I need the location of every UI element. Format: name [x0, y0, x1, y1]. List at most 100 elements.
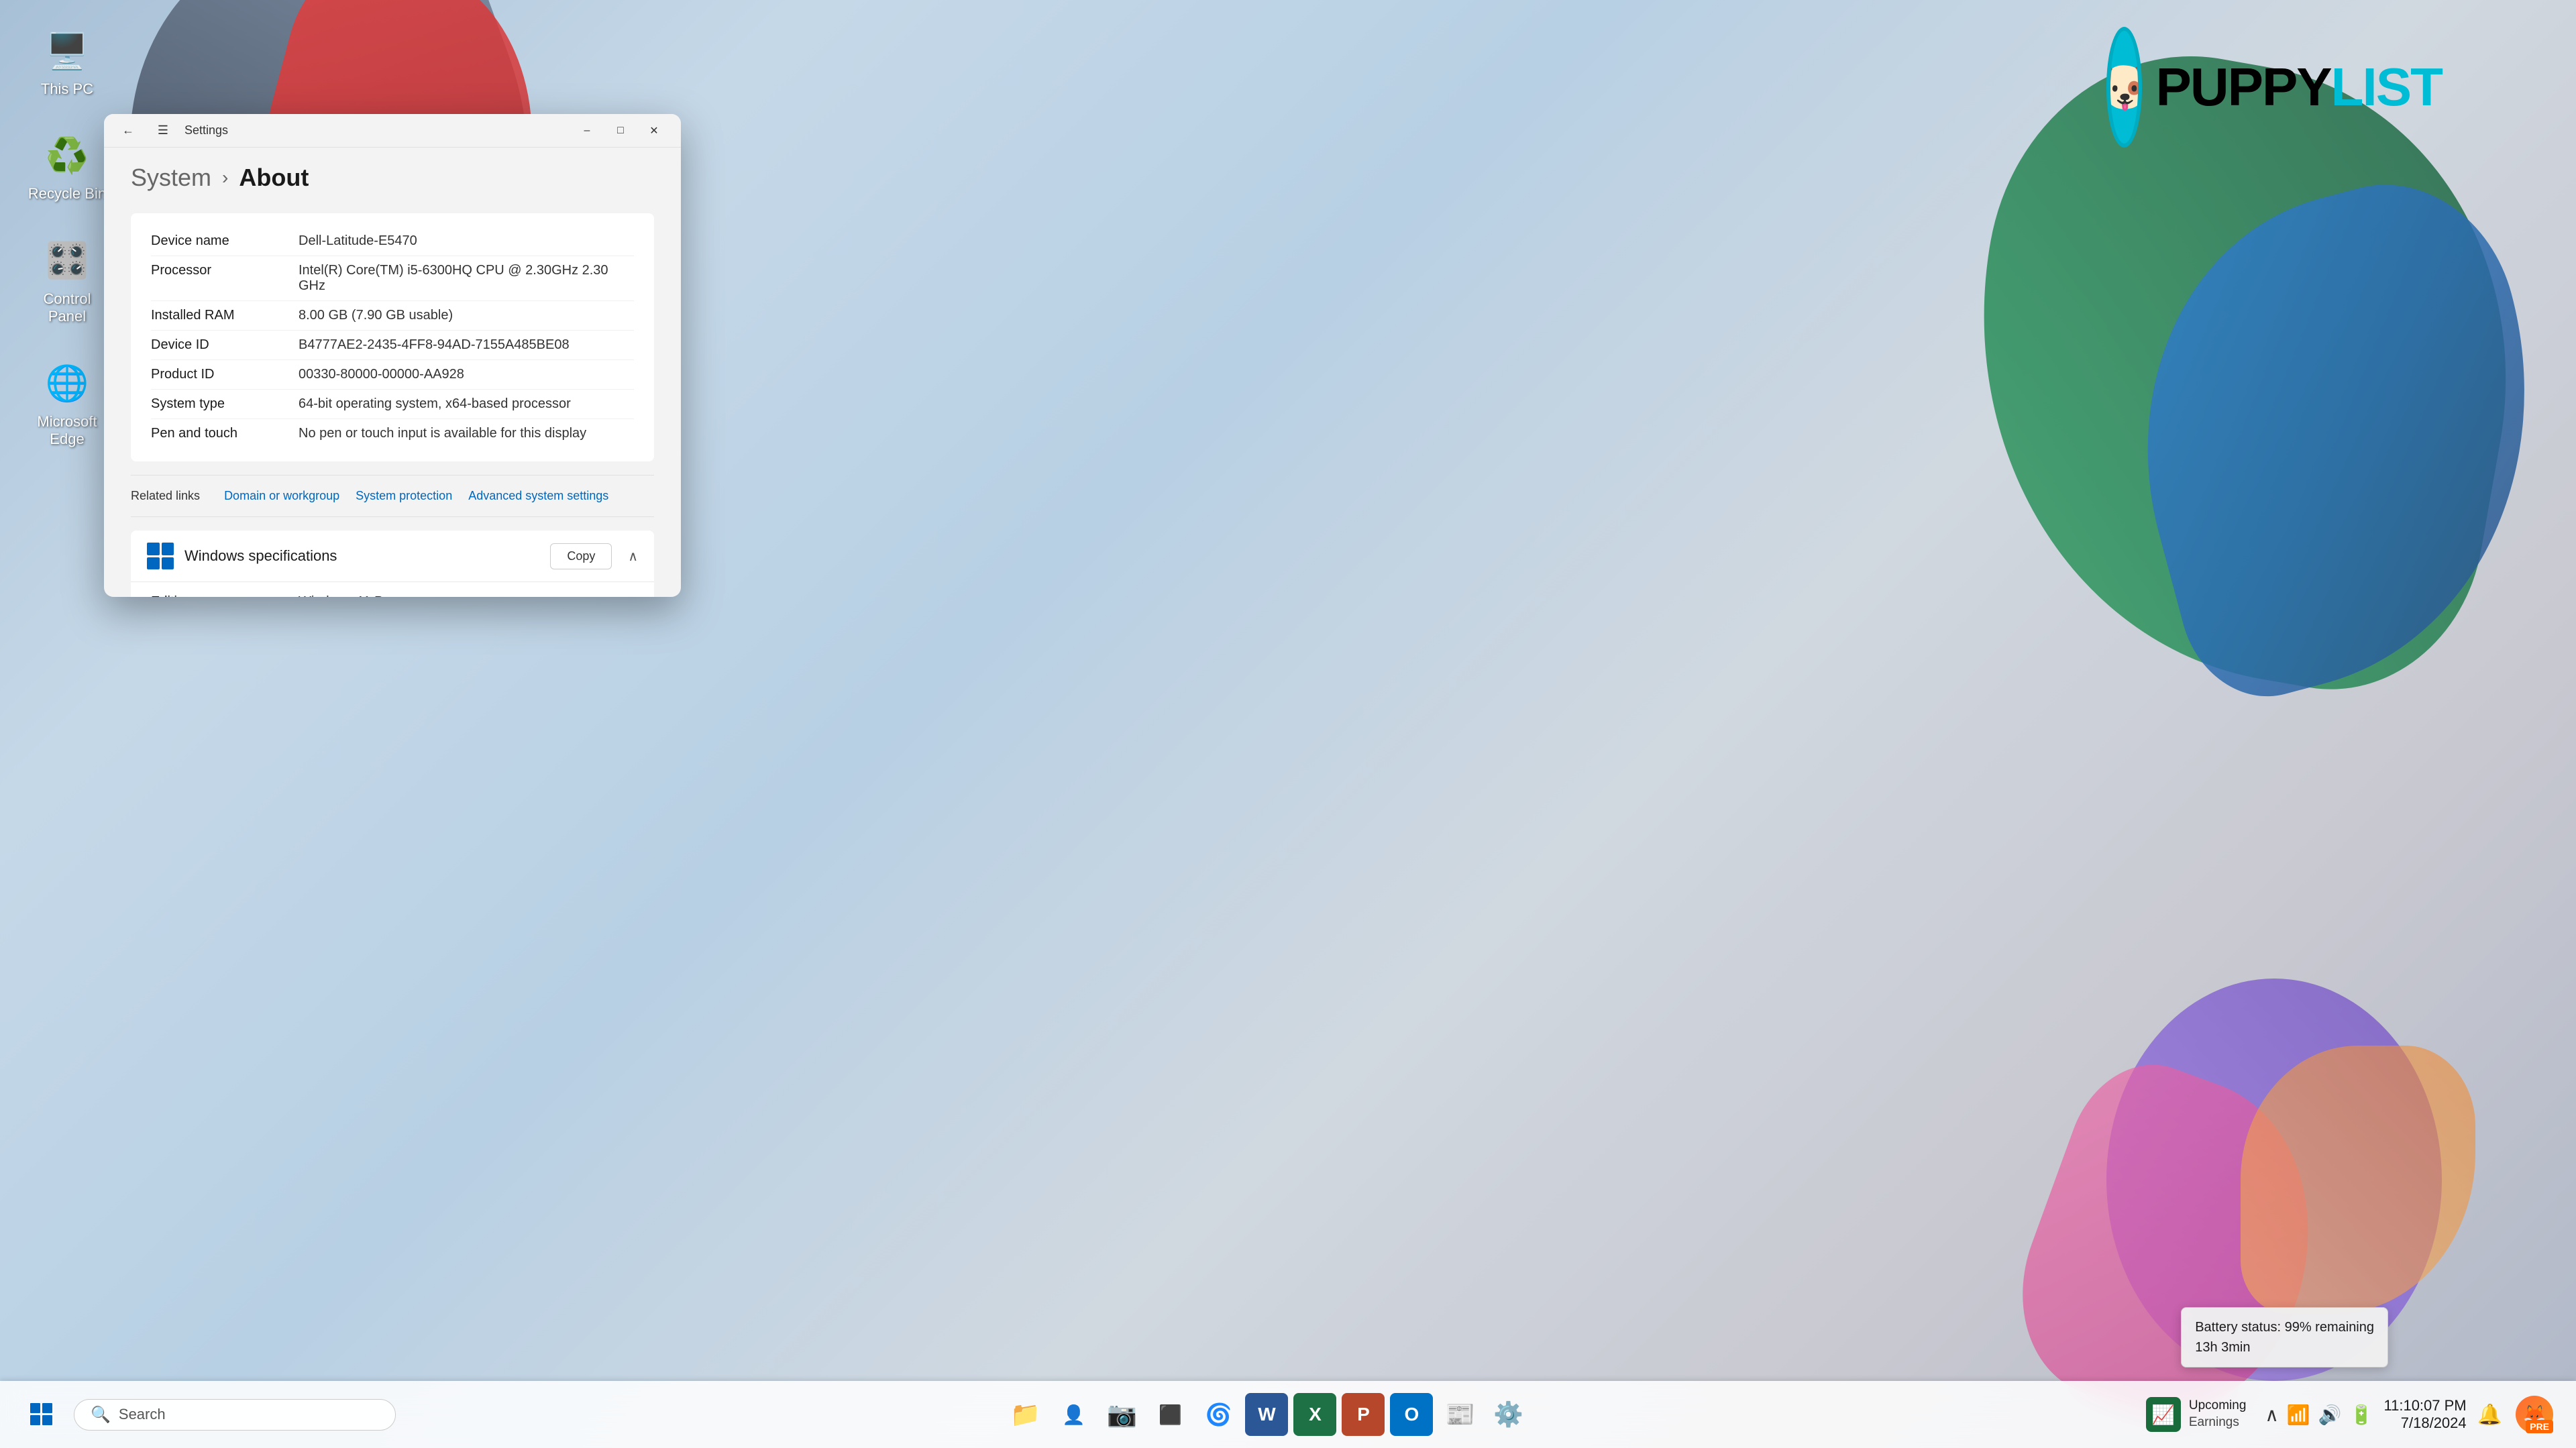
processor-value: Intel(R) Core(TM) i5-6300HQ CPU @ 2.30GH…	[299, 263, 634, 294]
battery-status-line2: 13h 3min	[2195, 1337, 2374, 1357]
page-header: System › About	[131, 164, 654, 192]
minimize-button[interactable]: –	[571, 119, 603, 143]
desktop-icon-edge[interactable]: 🌐 Microsoft Edge	[27, 359, 107, 449]
taskbar-word[interactable]: W	[1245, 1393, 1288, 1436]
clock-date: 7/18/2024	[2384, 1414, 2467, 1432]
clock-time: 11:10:07 PM	[2384, 1397, 2467, 1414]
system-protection-link[interactable]: System protection	[350, 486, 458, 506]
desktop: 🖥️ This PC ♻️ Recycle Bin 🎛️ Control Pan…	[0, 0, 2576, 1448]
windows-spec-container: Windows specifications Copy ∧ Edition Wi…	[131, 531, 654, 597]
product-id-label: Product ID	[151, 367, 299, 382]
info-row-ram: Installed RAM 8.00 GB (7.90 GB usable)	[151, 301, 634, 331]
back-button[interactable]: ←	[115, 117, 142, 144]
taskbar-center-apps: 📁 👤 📷 ⬛ 🌀 W X P O 📰 ⚙️	[1004, 1393, 1529, 1436]
pen-touch-value: No pen or touch input is available for t…	[299, 426, 586, 441]
taskbar-settings[interactable]: ⚙️	[1487, 1393, 1529, 1436]
taskbar-left: 🔍 Search	[20, 1393, 396, 1436]
related-links: Related links Domain or workgroup System…	[131, 475, 654, 517]
info-row-processor: Processor Intel(R) Core(TM) i5-6300HQ CP…	[151, 256, 634, 301]
copy-button[interactable]: Copy	[550, 543, 612, 569]
puppy-avatar: 🐶	[2106, 27, 2142, 148]
title-bar-left: ← ☰ Settings	[115, 117, 228, 144]
win-quad-4	[162, 557, 174, 570]
user-avatar-wrap: 🦊 PRE	[2513, 1393, 2556, 1436]
taskbar-news[interactable]: 📰	[1438, 1393, 1481, 1436]
search-bar[interactable]: 🔍 Search	[74, 1399, 396, 1431]
taskbar-photos[interactable]: 📷	[1100, 1393, 1143, 1436]
close-button[interactable]: ✕	[638, 119, 670, 143]
windows-start-icon	[30, 1402, 54, 1427]
processor-label: Processor	[151, 263, 299, 294]
clock-area[interactable]: 11:10:07 PM 7/18/2024	[2384, 1397, 2467, 1432]
puppy-logo: 🐶 PUPPYLIST	[2106, 13, 2442, 161]
control-panel-label: Control Panel	[27, 290, 107, 326]
this-pc-label: This PC	[41, 80, 93, 98]
system-tray: ∧ 📶 🔊 🔋	[2265, 1404, 2373, 1426]
desktop-icon-control-panel[interactable]: 🎛️ Control Panel	[27, 237, 107, 326]
breadcrumb-parent: System	[131, 164, 211, 192]
upcoming-earnings-text: Upcoming Earnings	[2189, 1398, 2247, 1431]
desktop-icon-this-pc[interactable]: 🖥️ This PC	[27, 27, 107, 98]
device-info-section: Device name Dell-Latitude-E5470 Processo…	[131, 213, 654, 461]
ram-value: 8.00 GB (7.90 GB usable)	[299, 308, 453, 323]
advanced-system-settings-link[interactable]: Advanced system settings	[463, 486, 614, 506]
battery-icon[interactable]: 🔋	[2350, 1404, 2373, 1426]
taskbar: 🔍 Search 📁 👤 📷 ⬛ 🌀 W X P O 📰 ⚙️ 📈 Upcom	[0, 1381, 2576, 1448]
this-pc-icon: 🖥️	[43, 27, 91, 75]
start-button[interactable]	[20, 1393, 63, 1436]
product-id-value: 00330-80000-00000-AA928	[299, 367, 464, 382]
window-controls: – □ ✕	[571, 119, 670, 143]
recycle-bin-label: Recycle Bin	[28, 185, 106, 203]
breadcrumb-chevron: ›	[222, 167, 228, 188]
pre-badge: PRE	[2526, 1420, 2553, 1433]
hamburger-menu[interactable]: ☰	[150, 117, 176, 144]
title-bar: ← ☰ Settings – □ ✕	[104, 114, 681, 148]
control-panel-icon: 🎛️	[43, 237, 91, 285]
taskbar-outlook[interactable]: O	[1390, 1393, 1433, 1436]
edition-value: Windows 11 Pro	[299, 594, 395, 597]
system-type-label: System type	[151, 396, 299, 412]
taskbar-file-explorer[interactable]: 📁	[1004, 1393, 1046, 1436]
device-name-value: Dell-Latitude-E5470	[299, 233, 417, 249]
windows-spec-header[interactable]: Windows specifications Copy ∧	[131, 531, 654, 582]
upcoming-earnings-icon: 📈	[2146, 1397, 2181, 1432]
taskbar-excel[interactable]: X	[1293, 1393, 1336, 1436]
device-name-label: Device name	[151, 233, 299, 249]
maximize-button[interactable]: □	[604, 119, 637, 143]
taskbar-powerpoint[interactable]: P	[1342, 1393, 1385, 1436]
taskbar-edge-app[interactable]: 🌀	[1197, 1393, 1240, 1436]
wifi-icon[interactable]: 📶	[2287, 1404, 2310, 1426]
notification-button[interactable]: 🔔	[2477, 1403, 2502, 1427]
device-id-value: B4777AE2-2435-4FF8-94AD-7155A485BE08	[299, 337, 570, 353]
info-row-device-id: Device ID B4777AE2-2435-4FF8-94AD-7155A4…	[151, 331, 634, 360]
chevron-tray-icon[interactable]: ∧	[2265, 1404, 2279, 1426]
related-links-label: Related links	[131, 489, 200, 503]
taskbar-user1[interactable]: 👤	[1052, 1393, 1095, 1436]
win-spec-body: Edition Windows 11 Pro Version 23H2 Inst…	[131, 582, 654, 597]
edge-icon: 🌐	[43, 359, 91, 408]
win-quad-3	[147, 557, 160, 570]
taskbar-multi[interactable]: ⬛	[1148, 1393, 1191, 1436]
device-id-label: Device ID	[151, 337, 299, 353]
upcoming-earnings-line1: Upcoming	[2189, 1398, 2247, 1414]
bg-art-7	[2241, 1046, 2475, 1314]
win-quad-1	[147, 543, 160, 555]
upcoming-earnings-widget[interactable]: 📈 Upcoming Earnings	[2138, 1394, 2255, 1435]
pen-touch-label: Pen and touch	[151, 426, 299, 441]
ram-label: Installed RAM	[151, 308, 299, 323]
volume-icon[interactable]: 🔊	[2318, 1404, 2342, 1426]
battery-tooltip: Battery status: 99% remaining 13h 3min	[2181, 1307, 2388, 1368]
breadcrumb-current: About	[239, 164, 309, 192]
info-row-pen-touch: Pen and touch No pen or touch input is a…	[151, 419, 634, 448]
puppy-list-text: PUPPYLIST	[2155, 56, 2442, 118]
puppy-list-cyan: LIST	[2331, 57, 2442, 117]
domain-workgroup-link[interactable]: Domain or workgroup	[219, 486, 345, 506]
settings-window: ← ☰ Settings – □ ✕ System › About Device…	[104, 114, 681, 597]
info-row-product-id: Product ID 00330-80000-00000-AA928	[151, 360, 634, 390]
collapse-chevron-icon: ∧	[628, 548, 638, 565]
desktop-icon-recycle-bin[interactable]: ♻️ Recycle Bin	[27, 131, 107, 203]
edition-label: Edition	[151, 594, 299, 597]
win-spec-left: Windows specifications	[147, 543, 337, 569]
info-row-device-name: Device name Dell-Latitude-E5470	[151, 227, 634, 256]
info-row-system-type: System type 64-bit operating system, x64…	[151, 390, 634, 419]
